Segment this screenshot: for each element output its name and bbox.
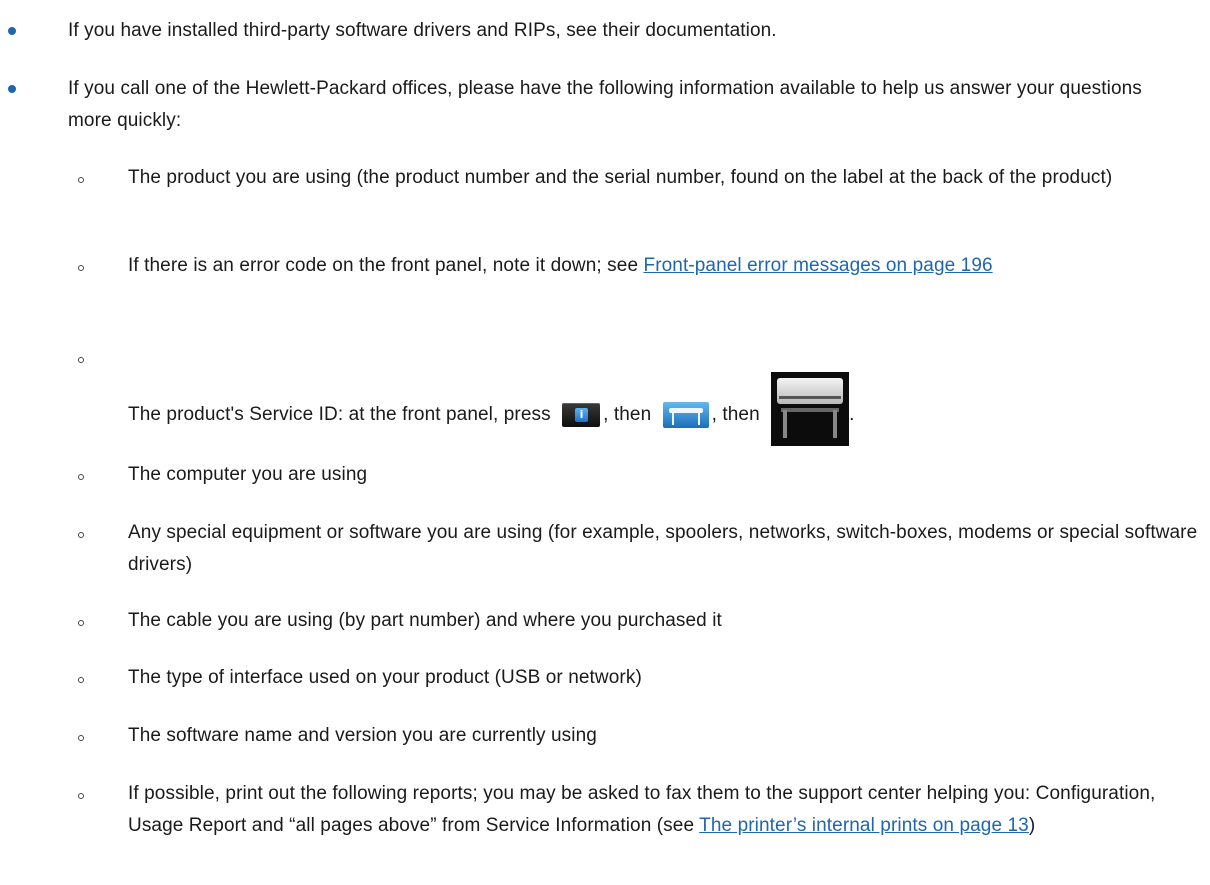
sub-bullet-icon	[78, 357, 84, 363]
sub-list-item-text: Any special equipment or software you ar…	[128, 522, 1198, 575]
service-id-line: The product's Service ID: at the front p…	[128, 372, 1128, 446]
printer-icon	[662, 401, 709, 428]
info-icon-glyph: i	[575, 407, 589, 422]
sub-list-item-text: The product you are using (the product n…	[128, 167, 1113, 188]
sub-bullet-icon	[78, 474, 84, 480]
list-item-text: If you have installed third-party softwa…	[68, 20, 777, 41]
front-panel-error-messages-link[interactable]: Front-panel error messages on page 196	[643, 255, 992, 276]
sub-list-item-text-pre: If there is an error code on the front p…	[128, 255, 644, 276]
service-id-text: The product's Service ID: at the front p…	[128, 404, 557, 425]
internal-prints-link[interactable]: The printer’s internal prints on page 13	[699, 815, 1029, 836]
sub-bullet-icon	[78, 793, 84, 799]
sub-list-item-text: If there is an error code on the front p…	[128, 250, 1203, 282]
service-id-text-then-1: , then	[603, 404, 657, 425]
list-item-text: If you call one of the Hewlett-Packard o…	[68, 78, 1142, 131]
sub-list-item-text-end: )	[1028, 815, 1036, 836]
sub-list-item-text: If possible, print out the following rep…	[128, 778, 1208, 842]
service-id-text-then-2: , then	[711, 404, 766, 425]
bullet-icon	[8, 85, 16, 93]
sub-bullet-icon	[78, 265, 84, 271]
sub-bullet-icon	[78, 532, 84, 538]
info-icon: i	[562, 402, 601, 427]
sub-bullet-icon	[78, 677, 84, 683]
printer-image	[771, 372, 850, 446]
bullet-icon	[8, 27, 16, 35]
sub-list-item-text: The software name and version you are cu…	[128, 725, 597, 746]
sub-bullet-icon	[78, 177, 84, 183]
sub-list-item-text: The computer you are using	[128, 464, 368, 485]
service-id-text-end: .	[849, 404, 855, 425]
sub-list-item-text: The type of interface used on your produ…	[128, 667, 642, 688]
sub-bullet-icon	[78, 620, 84, 626]
sub-bullet-icon	[78, 735, 84, 741]
sub-list-item-text: The cable you are using (by part number)…	[128, 610, 722, 631]
